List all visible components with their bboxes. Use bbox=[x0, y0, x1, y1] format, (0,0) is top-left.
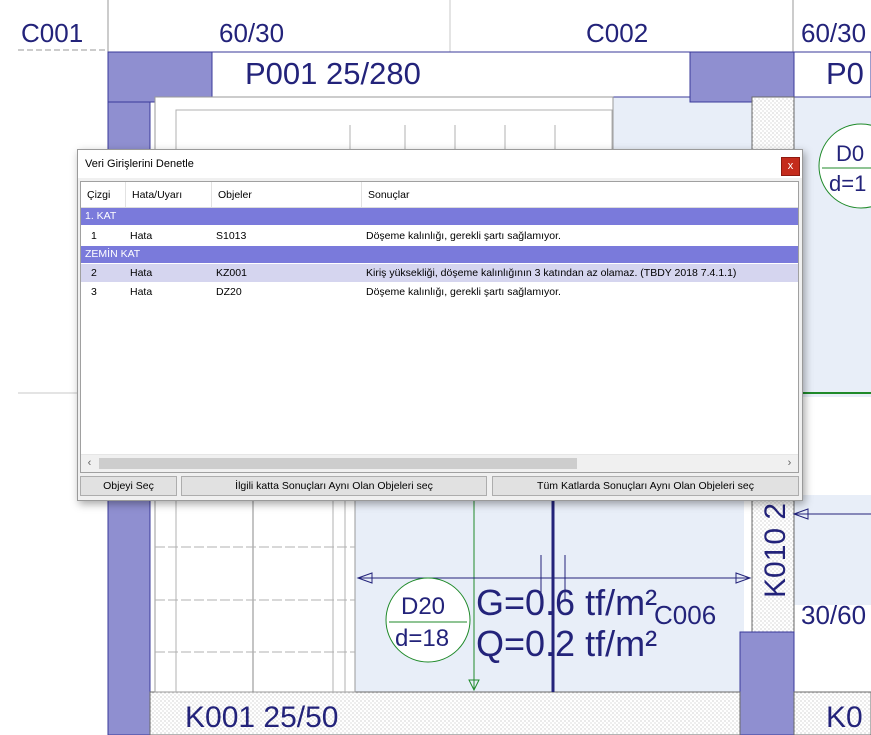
group-row-ground-floor[interactable]: ZEMİN KAT bbox=[81, 246, 798, 263]
slab-thickness-right: d=1 bbox=[829, 171, 866, 196]
check-input-dialog: Veri Girişlerini Denetle x Çizgi Hata/Uy… bbox=[77, 149, 803, 501]
cell-type: Hata bbox=[130, 267, 153, 279]
select-same-floor-button[interactable]: İlgili katta Sonuçları Aynı Olan Objeler… bbox=[181, 476, 487, 496]
cell-line: 2 bbox=[91, 267, 97, 279]
column-label-c006: C006 bbox=[654, 600, 716, 630]
slab-thickness: d=18 bbox=[395, 625, 449, 652]
results-grid[interactable]: Çizgi Hata/Uyarı Objeler Sonuçlar 1. KAT… bbox=[80, 181, 799, 473]
column-header-type[interactable]: Hata/Uyarı bbox=[126, 182, 212, 207]
grid-header: Çizgi Hata/Uyarı Objeler Sonuçlar bbox=[81, 182, 798, 208]
dimension-label: 60/30 bbox=[219, 18, 284, 48]
column-c001-shape[interactable] bbox=[107, 51, 213, 103]
table-row[interactable]: 1 Hata S1013 Döşeme kalınlığı, gerekli ş… bbox=[81, 227, 798, 245]
dialog-title: Veri Girişlerini Denetle bbox=[85, 158, 194, 170]
stair-detail-box bbox=[154, 96, 614, 153]
panel-label-right: P0 bbox=[826, 56, 864, 91]
cell-object: S1013 bbox=[216, 230, 247, 242]
cell-result: Döşeme kalınlığı, gerekli şartı sağlamıy… bbox=[366, 286, 561, 298]
table-row[interactable]: 3 Hata DZ20 Döşeme kalınlığı, gerekli şa… bbox=[81, 283, 798, 301]
cell-type: Hata bbox=[130, 286, 153, 298]
column-header-line[interactable]: Çizgi bbox=[81, 182, 126, 207]
cell-result: Döşeme kalınlığı, gerekli şartı sağlamıy… bbox=[366, 230, 561, 242]
column-header-results[interactable]: Sonuçlar bbox=[362, 182, 798, 207]
column-c006-shape[interactable] bbox=[739, 631, 795, 735]
load-q-label: Q=0.2 tf/m² bbox=[476, 623, 657, 664]
select-object-button[interactable]: Objeyi Seç bbox=[80, 476, 177, 496]
cell-type: Hata bbox=[130, 230, 153, 242]
slab-id: D20 bbox=[401, 593, 445, 620]
dialog-titlebar[interactable]: Veri Girişlerini Denetle x bbox=[78, 150, 802, 178]
column-label-c001: C001 bbox=[21, 18, 83, 48]
cell-line: 1 bbox=[91, 230, 97, 242]
chevron-right-icon[interactable]: › bbox=[781, 455, 798, 472]
cell-line: 3 bbox=[91, 286, 97, 298]
slab-area-lower-right bbox=[794, 495, 871, 605]
cell-object: KZ001 bbox=[216, 267, 247, 279]
close-button[interactable]: x bbox=[781, 157, 800, 176]
load-g-label: G=0.6 tf/m² bbox=[476, 582, 657, 623]
beam-label-k001: K001 25/50 bbox=[185, 701, 338, 734]
select-all-floors-button[interactable]: Tüm Katlarda Sonuçları Aynı Olan Objeler… bbox=[492, 476, 799, 496]
slab-id-right: D0 bbox=[836, 141, 864, 166]
chevron-left-icon[interactable]: ‹ bbox=[81, 455, 98, 472]
beam-label-right: K0 bbox=[826, 701, 863, 734]
scrollbar-thumb[interactable] bbox=[99, 458, 577, 469]
column-label-c002: C002 bbox=[586, 18, 648, 48]
stair-lower bbox=[154, 494, 356, 693]
group-row-floor-1[interactable]: 1. KAT bbox=[81, 208, 798, 225]
panel-label-p001: P001 25/280 bbox=[245, 56, 421, 91]
dimension-label: 30/60 bbox=[801, 600, 866, 630]
cell-object: DZ20 bbox=[216, 286, 242, 298]
table-row-selected[interactable]: 2 Hata KZ001 Kiriş yüksekliği, döşeme ka… bbox=[81, 264, 798, 282]
horizontal-scrollbar[interactable]: ‹ › bbox=[81, 454, 798, 472]
column-c002-shape[interactable] bbox=[689, 51, 795, 103]
beam-label-k010: K010 2 bbox=[759, 503, 792, 598]
dimension-label: 60/30 bbox=[801, 18, 866, 48]
column-header-objects[interactable]: Objeler bbox=[212, 182, 362, 207]
cell-result: Kiriş yüksekliği, döşeme kalınlığının 3 … bbox=[366, 267, 737, 279]
